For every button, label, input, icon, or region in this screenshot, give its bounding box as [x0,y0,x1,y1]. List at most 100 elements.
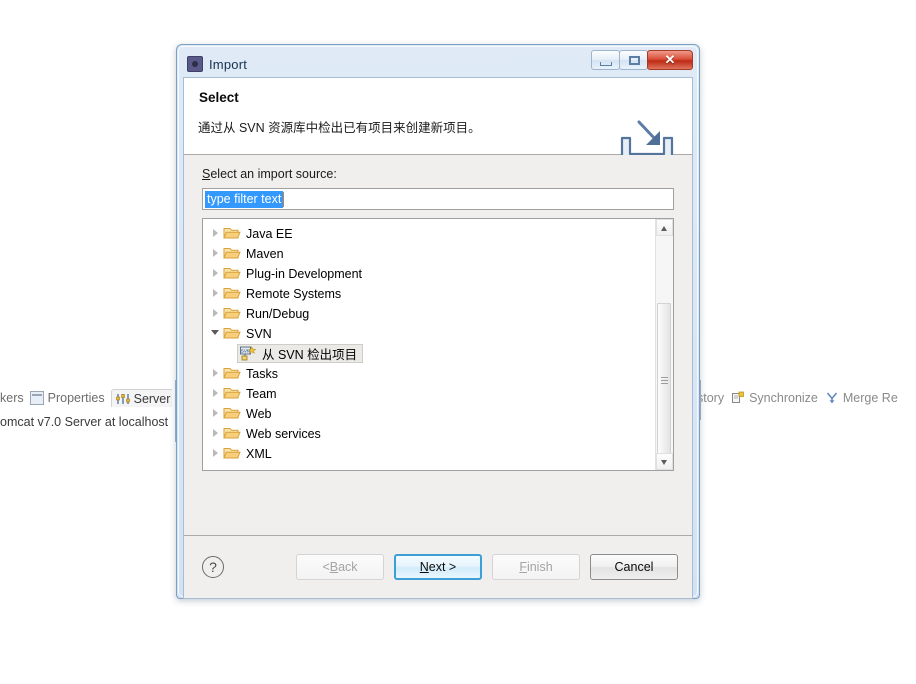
folder-icon [223,325,241,341]
tree-item-svn[interactable]: SVN [203,323,655,343]
maximize-button[interactable] [619,50,648,70]
chevron-right-icon[interactable] [209,223,223,243]
chevron-right-icon[interactable] [209,383,223,403]
scroll-down-button[interactable] [656,453,673,470]
tree-item-label: SVN [246,326,272,341]
tree-item-label: Team [246,386,277,401]
question-mark-icon: ? [209,559,217,575]
background-tab-synchronize[interactable]: Synchronize [731,391,818,405]
import-source-tree[interactable]: Java EE Maven Plug-in Development Remote… [202,218,674,471]
background-tab-markers[interactable]: kers [0,391,24,405]
dialog-titlebar[interactable]: Import ✕ [183,50,693,77]
properties-label: Properties [47,391,105,405]
page-title: Select [199,90,239,105]
triangle-down-icon [661,460,667,465]
import-app-icon [187,56,203,72]
tree-item-remote-systems[interactable]: Remote Systems [203,283,655,303]
folder-icon [223,365,241,381]
cancel-button[interactable]: Cancel [590,554,678,580]
background-server-row-label: omcat v7.0 Server at localhost [0,415,169,429]
folder-icon [223,265,241,281]
chevron-right-icon[interactable] [209,263,223,283]
close-button[interactable]: ✕ [647,50,693,70]
synchronize-label: Synchronize [749,391,818,405]
tree-item-xml[interactable]: XML [203,443,655,463]
properties-icon [29,391,44,405]
next-button[interactable]: Next > [394,554,482,580]
folder-icon [223,225,241,241]
chevron-right-icon[interactable] [209,363,223,383]
screen: kers Properties Server omcat v7.0 Server… [0,0,916,684]
cancel-button-label: Cancel [614,560,654,574]
history-label: story [697,391,725,405]
tree-item-web[interactable]: Web [203,403,655,423]
background-tab-merge[interactable]: Merge Re [825,391,898,405]
tree-item-label: XML [246,446,272,461]
tree-item-label: Web [246,406,272,421]
tree-item-label: Remote Systems [246,286,342,301]
wizard-button-row: < Back Next > Finish Cancel [296,554,678,580]
background-tab-servers[interactable]: Server [110,389,173,407]
tree-item-run-debug[interactable]: Run/Debug [203,303,655,323]
next-button-mnemonic: N [419,560,429,574]
tree-item-maven[interactable]: Maven [203,243,655,263]
tree-item-label: Tasks [246,366,278,381]
page-description: 通过从 SVN 资源库中检出已有项目来创建新项目。 [198,121,481,135]
tree-item-tasks[interactable]: Tasks [203,363,655,383]
chevron-right-icon[interactable] [209,443,223,463]
chevron-right-icon[interactable] [209,303,223,323]
tree-item-selected-wrapper: SVN 从 SVN 检出项目 [237,343,364,363]
tree-vertical-scrollbar[interactable] [655,219,673,470]
folder-icon [223,425,241,441]
tree-item-label: Web services [246,426,321,441]
chevron-right-icon[interactable] [209,243,223,263]
dialog-client-area: Select 通过从 SVN 资源库中检出已有项目来创建新项目。 Select … [183,77,693,599]
tree-item-label: Maven [246,246,284,261]
filter-input[interactable]: type filter text [202,188,674,210]
folder-icon [223,445,241,461]
source-label: Select an import source: [202,167,674,181]
back-button-mnemonic: B [329,560,339,574]
finish-button[interactable]: Finish [492,554,580,580]
servers-label: Server [133,391,171,406]
tree-item-label: Java EE [246,226,293,241]
folder-icon [223,385,241,401]
folder-icon [223,245,241,261]
background-tab-properties[interactable]: Properties [29,391,105,405]
chevron-right-icon[interactable] [209,283,223,303]
finish-button-mnemonic: F [519,560,527,574]
merge-icon [825,391,839,405]
tree-item-svn-checkout[interactable]: SVN 从 SVN 检出项目 [203,343,655,363]
scroll-up-button[interactable] [656,219,673,236]
chevron-right-icon[interactable] [209,423,223,443]
tree-item-team[interactable]: Team [203,383,655,403]
tree-item-label: Run/Debug [246,306,310,321]
back-button[interactable]: < Back [296,554,384,580]
tree-item-plug-in-development[interactable]: Plug-in Development [203,263,655,283]
background-tab-history[interactable]: story [697,391,724,405]
svn-checkout-icon: SVN [240,345,257,361]
tree-item-java-ee[interactable]: Java EE [203,223,655,243]
chevron-down-icon[interactable] [209,323,223,343]
window-controls: ✕ [591,50,693,70]
filter-input-value: type filter text [205,190,284,208]
markers-label: kers [0,391,24,405]
tree-item-web-services[interactable]: Web services [203,423,655,443]
minimize-button[interactable] [591,50,620,70]
dialog-title: Import [209,56,248,72]
background-tabstrip-right: story Synchronize Merge Re [697,386,916,410]
close-icon: ✕ [664,52,676,67]
scrollbar-thumb[interactable] [657,303,671,459]
synchronize-icon [731,391,745,405]
next-button-rest: ext > [428,560,457,574]
servers-icon [115,392,130,406]
finish-button-rest: inish [526,560,553,574]
grip-icon [661,377,668,385]
folder-icon [223,305,241,321]
background-server-row[interactable]: omcat v7.0 Server at localhost [0,412,182,432]
source-label-rest: elect an import source: [210,167,337,181]
wizard-body: Select an import source: type filter tex… [184,155,692,535]
back-button-prefix: < [322,560,330,574]
chevron-right-icon[interactable] [209,403,223,423]
help-button[interactable]: ? [202,556,224,578]
